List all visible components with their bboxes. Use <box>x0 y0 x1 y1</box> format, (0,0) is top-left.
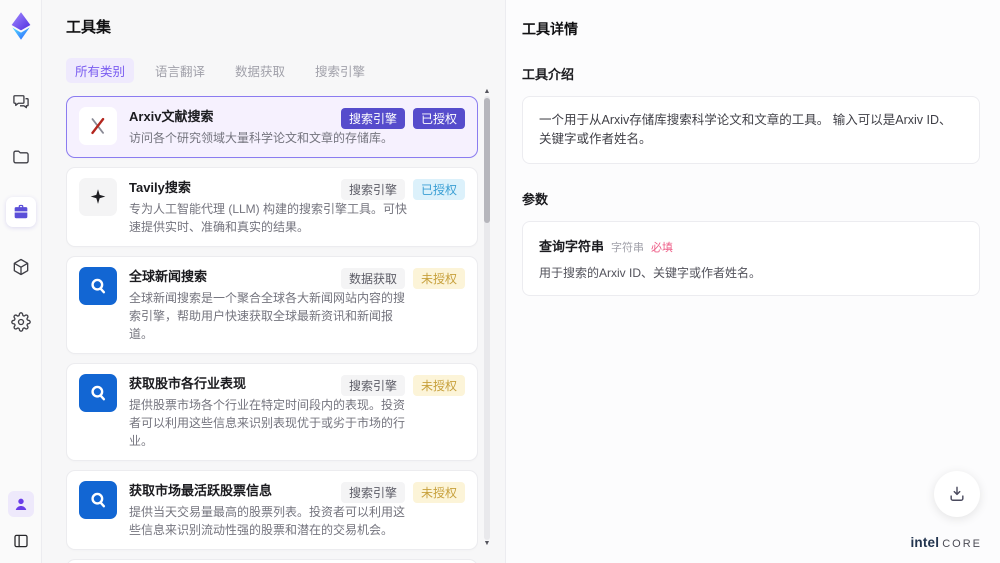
detail-title: 工具详情 <box>522 21 578 37</box>
app-window: 工具集 所有类别 语言翻译 数据获取 搜索引擎 Arxiv文献搜索 访问各个研究… <box>0 0 1000 563</box>
category-tab-2[interactable]: 数据获取 <box>226 58 294 83</box>
tool-category-tag: 搜索引擎 <box>340 108 405 129</box>
rail-nav <box>5 87 36 337</box>
download-icon <box>950 486 964 501</box>
param-card: 查询字符串 字符串 必填 用于搜索的Arxiv ID、关键字或作者姓名。 <box>522 221 980 296</box>
tool-list-item[interactable]: 获取股市各行业表现 提供股票市场各个行业在特定时间段内的表现。投资者可以利用这些… <box>66 363 478 461</box>
category-tab-0[interactable]: 所有类别 <box>66 58 135 83</box>
cube-icon[interactable] <box>6 252 36 282</box>
params-heading: 参数 <box>522 192 549 207</box>
intro-heading: 工具介绍 <box>522 67 575 82</box>
download-button[interactable] <box>934 471 980 517</box>
param-type: 字符串 <box>611 242 645 254</box>
tool-auth-badge: 未授权 <box>412 268 465 289</box>
sparkle-star-icon <box>79 178 117 216</box>
tool-list-item[interactable]: 获取市场最活跃股票信息 提供当天交易量最高的股票列表。投资者可以利用这些信息来识… <box>66 470 478 550</box>
finance-q-icon <box>79 267 117 305</box>
rail-bottom <box>7 491 34 553</box>
param-head: 查询字符串 字符串 必填 <box>539 236 963 255</box>
category-tab-3[interactable]: 搜索引擎 <box>306 58 374 83</box>
tool-auth-badge: 已授权 <box>412 108 465 129</box>
page-title: 工具集 <box>66 19 112 36</box>
tool-tags: 搜索引擎 已授权 <box>340 108 465 129</box>
scroll-up-icon[interactable]: ▲ <box>483 88 491 96</box>
param-required-badge: 必填 <box>651 242 674 254</box>
tool-category-tag: 搜索引擎 <box>340 179 405 200</box>
tool-tags: 搜索引擎 未授权 <box>340 482 465 503</box>
scroll-down-icon[interactable]: ▼ <box>483 540 491 548</box>
tool-category-tag: 搜索引擎 <box>340 375 405 396</box>
tool-list: Arxiv文献搜索 访问各个研究领域大量科学论文和文章的存储库。 搜索引擎 已授… <box>66 96 478 563</box>
tool-list-item[interactable]: 全球新闻搜索 全球新闻搜索是一个聚合全球各大新闻网站内容的搜索引擎，帮助用户快速… <box>66 256 478 354</box>
tool-tags: 数据获取 未授权 <box>340 268 465 289</box>
tool-detail-panel: 工具详情 工具介绍 一个用于从Arxiv存储库搜索科学论文和文章的工具。 输入可… <box>505 0 1000 563</box>
tool-description: 提供当天交易量最高的股票列表。投资者可以利用这些信息来识别流动性强的股票和潜在的… <box>129 505 406 537</box>
brand-intel-text: intel <box>910 535 940 550</box>
tool-tags: 搜索引擎 未授权 <box>340 375 465 396</box>
tool-category-tag: 数据获取 <box>340 268 405 289</box>
tool-description: 提供股票市场各个行业在特定时间段内的表现。投资者可以利用这些信息来识别表现优于或… <box>129 398 406 448</box>
tool-auth-badge: 已授权 <box>412 179 465 200</box>
chat-icon[interactable] <box>6 87 36 117</box>
tool-list-item[interactable]: Tavily搜索 专为人工智能代理 (LLM) 构建的搜索引擎工具。可快速提供实… <box>66 167 478 247</box>
finance-q-icon <box>79 481 117 519</box>
panel-toggle-icon[interactable] <box>9 529 33 553</box>
brand-core-text: CORE <box>942 538 982 550</box>
tool-description: 专为人工智能代理 (LLM) 构建的搜索引擎工具。可快速提供实时、准确和真实的结… <box>129 202 408 234</box>
tool-description: 访问各个研究领域大量科学论文和文章的存储库。 <box>129 131 394 145</box>
folder-icon[interactable] <box>6 142 36 172</box>
intel-core-logo: intel CORE <box>910 535 982 550</box>
user-avatar[interactable] <box>7 491 34 517</box>
param-description: 用于搜索的Arxiv ID、关键字或作者姓名。 <box>539 266 762 280</box>
tool-list-panel: 工具集 所有类别 语言翻译 数据获取 搜索引擎 Arxiv文献搜索 访问各个研究… <box>42 0 505 563</box>
gear-icon[interactable] <box>6 307 36 337</box>
icon-rail <box>0 0 42 563</box>
tool-tags: 搜索引擎 已授权 <box>340 179 465 200</box>
toolbox-icon[interactable] <box>5 197 36 227</box>
scrollbar-thumb[interactable] <box>484 98 490 223</box>
tool-category-tag: 搜索引擎 <box>340 482 405 503</box>
finance-q-icon <box>79 374 117 412</box>
arxiv-logo-icon <box>79 107 117 145</box>
param-name: 查询字符串 <box>539 239 605 254</box>
tool-list-item[interactable]: 万维地区新闻查询 查询具体行政区划内的新闻，快速了解各地新闻动 搜索引擎 未授权 <box>66 559 478 563</box>
tool-auth-badge: 未授权 <box>412 482 465 503</box>
list-scrollbar[interactable]: ▲ ▼ <box>483 88 491 548</box>
intro-text: 一个用于从Arxiv存储库搜索科学论文和文章的工具。 输入可以是Arxiv ID… <box>539 113 952 146</box>
category-tabs: 所有类别 语言翻译 数据获取 搜索引擎 <box>66 58 505 83</box>
intro-card: 一个用于从Arxiv存储库搜索科学论文和文章的工具。 输入可以是Arxiv ID… <box>522 96 980 164</box>
tool-auth-badge: 未授权 <box>412 375 465 396</box>
tool-list-item[interactable]: Arxiv文献搜索 访问各个研究领域大量科学论文和文章的存储库。 搜索引擎 已授… <box>66 96 478 158</box>
app-logo[interactable] <box>6 11 36 41</box>
category-tab-1[interactable]: 语言翻译 <box>146 58 214 83</box>
tool-description: 全球新闻搜索是一个聚合全球各大新闻网站内容的搜索引擎，帮助用户快速获取全球最新资… <box>129 291 406 341</box>
